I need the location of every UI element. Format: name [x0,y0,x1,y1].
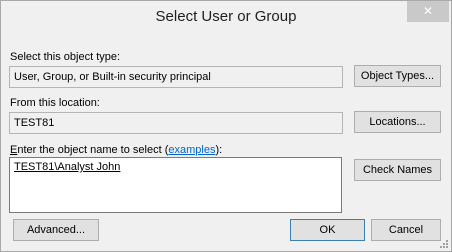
location-field: TEST81 [9,112,343,134]
resize-grip-icon[interactable] [439,239,449,249]
check-names-button[interactable]: Check Names [354,159,441,181]
dialog-title: Select User or Group [155,8,297,25]
object-name-label: Enter the object name to select (example… [10,144,222,156]
object-name-input[interactable]: TEST81\Analyst John [9,157,342,213]
resolved-name[interactable]: TEST81\Analyst John [14,161,120,173]
examples-link[interactable]: examples [168,144,215,156]
dialog-body: Select this object type: User, Group, or… [8,32,444,246]
dialog-window: Select User or Group ✕ Select this objec… [0,0,452,252]
object-type-field: User, Group, or Built-in security princi… [9,66,343,88]
close-button[interactable]: ✕ [407,1,449,22]
title-bar[interactable]: Select User or Group ✕ [1,1,451,31]
cancel-button[interactable]: Cancel [371,219,441,241]
object-types-button[interactable]: Object Types... [354,65,441,87]
ok-button[interactable]: OK [290,219,365,241]
location-label: From this location: [10,97,100,109]
close-icon: ✕ [422,4,434,18]
advanced-button[interactable]: Advanced... [13,219,99,241]
object-name-label-text: nter the object name to select ( [17,144,169,156]
locations-button[interactable]: Locations... [354,111,441,133]
object-type-label: Select this object type: [10,51,121,63]
object-name-label-end: ): [215,144,223,156]
